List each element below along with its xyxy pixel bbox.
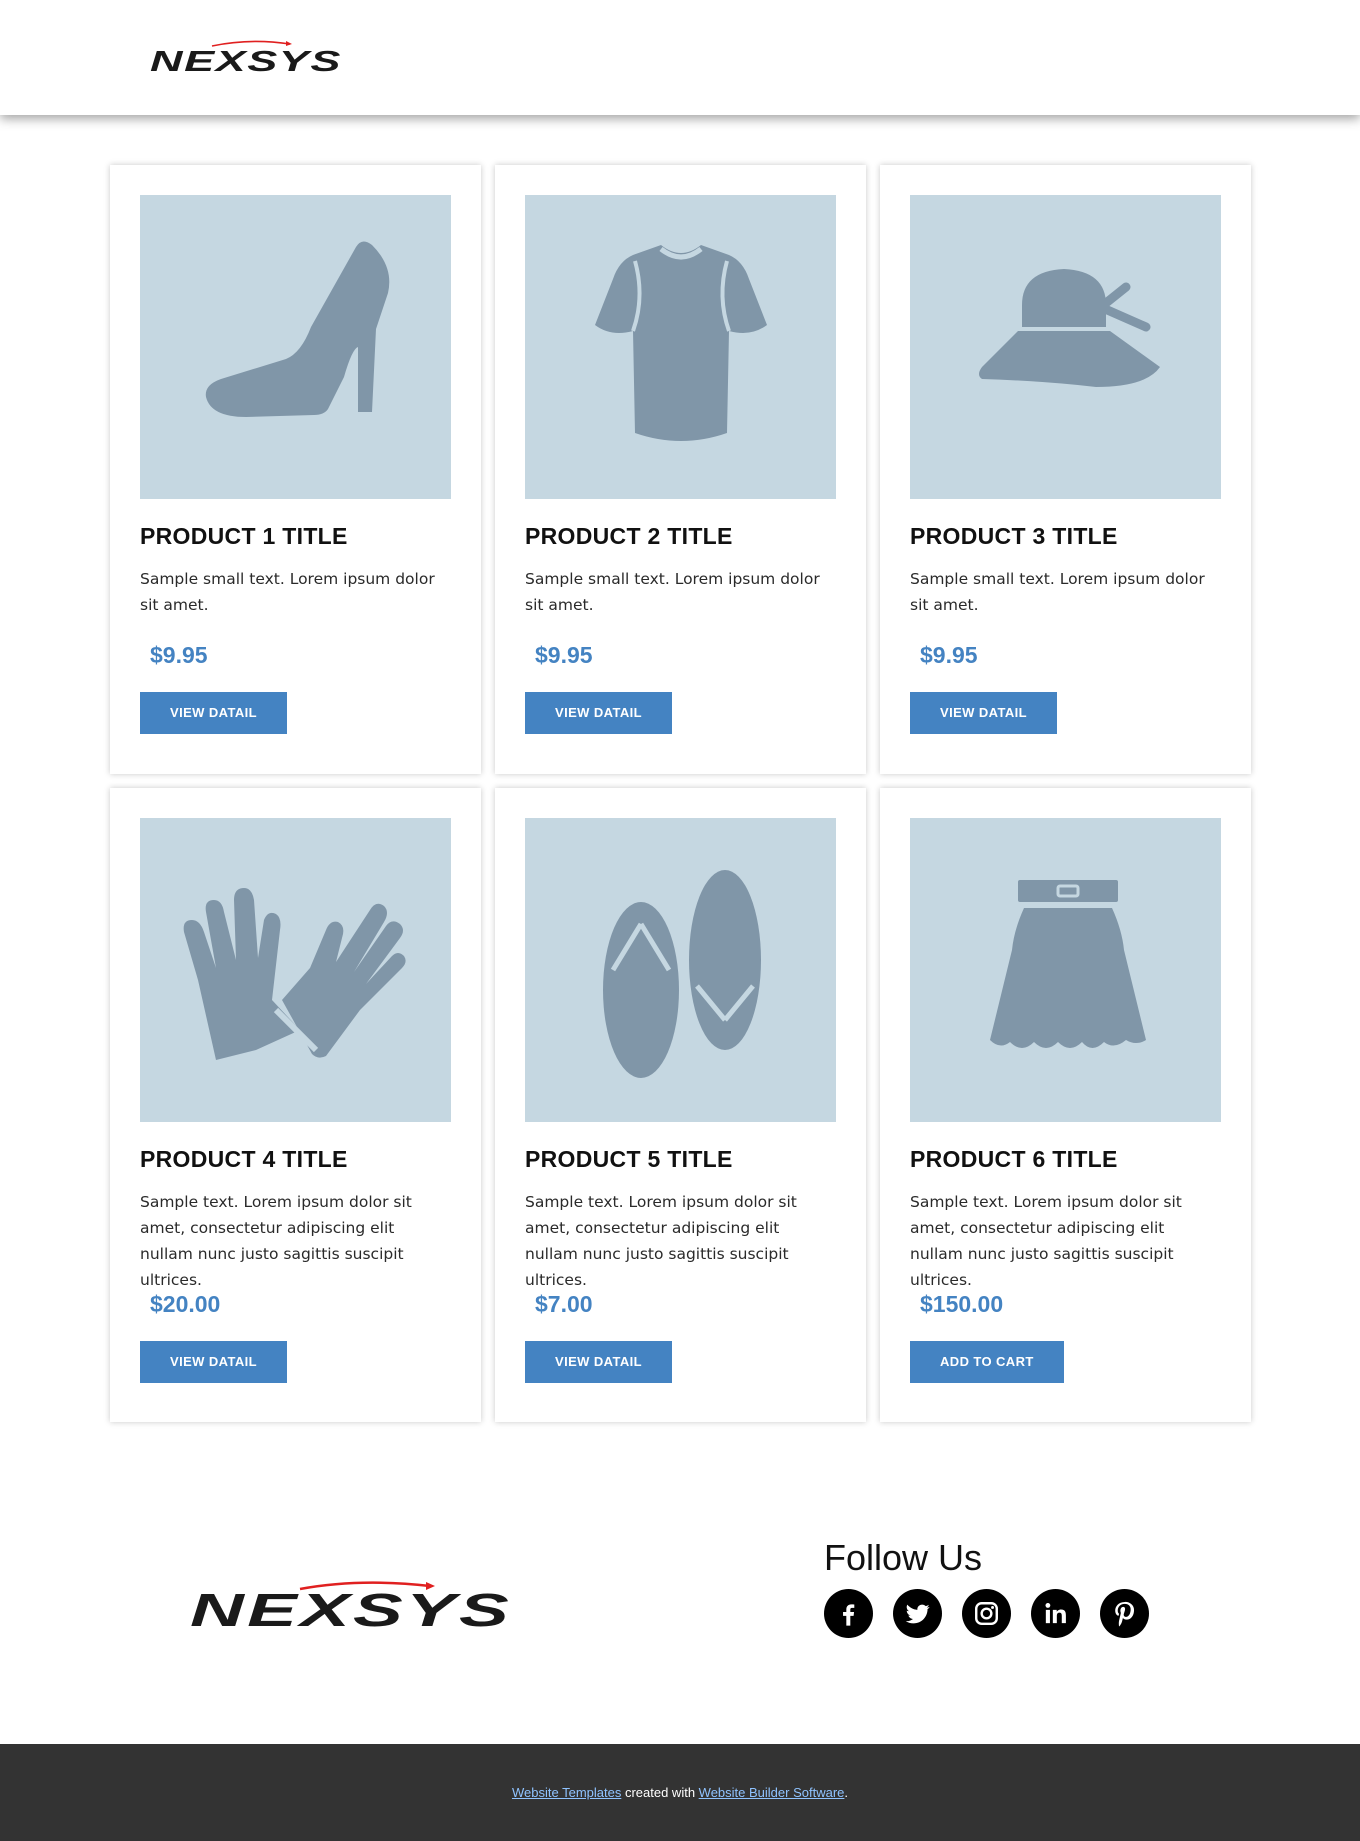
product-description: Sample small text. Lorem ipsum dolor sit… bbox=[525, 570, 820, 614]
product-description: Sample small text. Lorem ipsum dolor sit… bbox=[140, 570, 435, 614]
view-detail-button[interactable]: VIEW DATAIL bbox=[140, 1341, 287, 1383]
product-title: PRODUCT 5 TITLE bbox=[525, 1146, 733, 1172]
product-image[interactable] bbox=[910, 195, 1221, 499]
product-price: $7.00 bbox=[535, 1291, 593, 1317]
view-detail-button[interactable]: VIEW DATAIL bbox=[525, 692, 672, 734]
website-templates-link[interactable]: Website Templates bbox=[512, 1785, 621, 1800]
pinterest-icon bbox=[1115, 1601, 1135, 1627]
gloves-icon bbox=[183, 888, 406, 1060]
credit-text: created with bbox=[621, 1785, 699, 1800]
social-links bbox=[824, 1589, 1149, 1638]
view-detail-button[interactable]: VIEW DATAIL bbox=[525, 1341, 672, 1383]
sun-hat-icon bbox=[978, 269, 1160, 387]
facebook-icon bbox=[843, 1604, 855, 1626]
nexsys-logo[interactable]: NEXSYS bbox=[150, 40, 345, 76]
product-title: PRODUCT 3 TITLE bbox=[910, 523, 1118, 549]
flip-flops-icon bbox=[602, 870, 761, 1078]
instagram-link[interactable] bbox=[962, 1589, 1011, 1638]
credit-end: . bbox=[844, 1785, 849, 1800]
twitter-link[interactable] bbox=[893, 1589, 942, 1638]
product-price: $9.95 bbox=[920, 642, 978, 668]
follow-us-heading: Follow Us bbox=[824, 1537, 983, 1578]
linkedin-icon bbox=[1045, 1602, 1066, 1624]
add-to-cart-button[interactable]: ADD TO CART bbox=[910, 1341, 1064, 1383]
product-price: $150.00 bbox=[920, 1291, 1004, 1317]
product-card: PRODUCT 1 TITLE Sample small text. Lorem… bbox=[110, 165, 481, 774]
product-card: PRODUCT 6 TITLE Sample text. Lorem ipsum… bbox=[880, 788, 1251, 1422]
view-detail-button[interactable]: VIEW DATAIL bbox=[910, 692, 1057, 734]
twitter-icon bbox=[905, 1604, 930, 1624]
product-image[interactable] bbox=[525, 818, 836, 1122]
footer-nexsys-logo[interactable]: NEXSYS bbox=[190, 1580, 515, 1632]
site-header: NEXSYS bbox=[0, 0, 1360, 115]
footer-credit-bar: Website Templates created with Website B… bbox=[0, 1744, 1360, 1841]
svg-text:NEXSYS: NEXSYS bbox=[150, 46, 342, 76]
product-card: PRODUCT 2 TITLE Sample small text. Lorem… bbox=[495, 165, 866, 774]
product-image[interactable] bbox=[525, 195, 836, 499]
view-detail-button[interactable]: VIEW DATAIL bbox=[140, 692, 287, 734]
product-description: Sample text. Lorem ipsum dolor sit amet,… bbox=[910, 1193, 1182, 1289]
skirt-icon bbox=[989, 880, 1146, 1048]
product-card: PRODUCT 5 TITLE Sample text. Lorem ipsum… bbox=[495, 788, 866, 1422]
high-heel-shoe-icon bbox=[205, 241, 389, 417]
product-title: PRODUCT 2 TITLE bbox=[525, 523, 733, 549]
product-title: PRODUCT 6 TITLE bbox=[910, 1146, 1118, 1172]
product-card: PRODUCT 3 TITLE Sample small text. Lorem… bbox=[880, 165, 1251, 774]
t-shirt-icon bbox=[594, 245, 767, 441]
pinterest-link[interactable] bbox=[1100, 1589, 1149, 1638]
product-description: Sample text. Lorem ipsum dolor sit amet,… bbox=[525, 1193, 797, 1289]
product-description: Sample text. Lorem ipsum dolor sit amet,… bbox=[140, 1193, 412, 1289]
instagram-icon bbox=[975, 1602, 998, 1625]
product-card: PRODUCT 4 TITLE Sample text. Lorem ipsum… bbox=[110, 788, 481, 1422]
facebook-link[interactable] bbox=[824, 1589, 873, 1638]
product-image[interactable] bbox=[140, 195, 451, 499]
website-builder-link[interactable]: Website Builder Software bbox=[699, 1785, 845, 1800]
product-title: PRODUCT 1 TITLE bbox=[140, 523, 348, 549]
product-image[interactable] bbox=[910, 818, 1221, 1122]
product-image[interactable] bbox=[140, 818, 451, 1122]
product-price: $9.95 bbox=[150, 642, 208, 668]
product-price: $9.95 bbox=[535, 642, 593, 668]
product-title: PRODUCT 4 TITLE bbox=[140, 1146, 348, 1172]
product-description: Sample small text. Lorem ipsum dolor sit… bbox=[910, 570, 1205, 614]
product-price: $20.00 bbox=[150, 1291, 221, 1317]
product-grid: PRODUCT 1 TITLE Sample small text. Lorem… bbox=[110, 165, 1251, 1422]
linkedin-link[interactable] bbox=[1031, 1589, 1080, 1638]
svg-text:NEXSYS: NEXSYS bbox=[190, 1584, 512, 1632]
